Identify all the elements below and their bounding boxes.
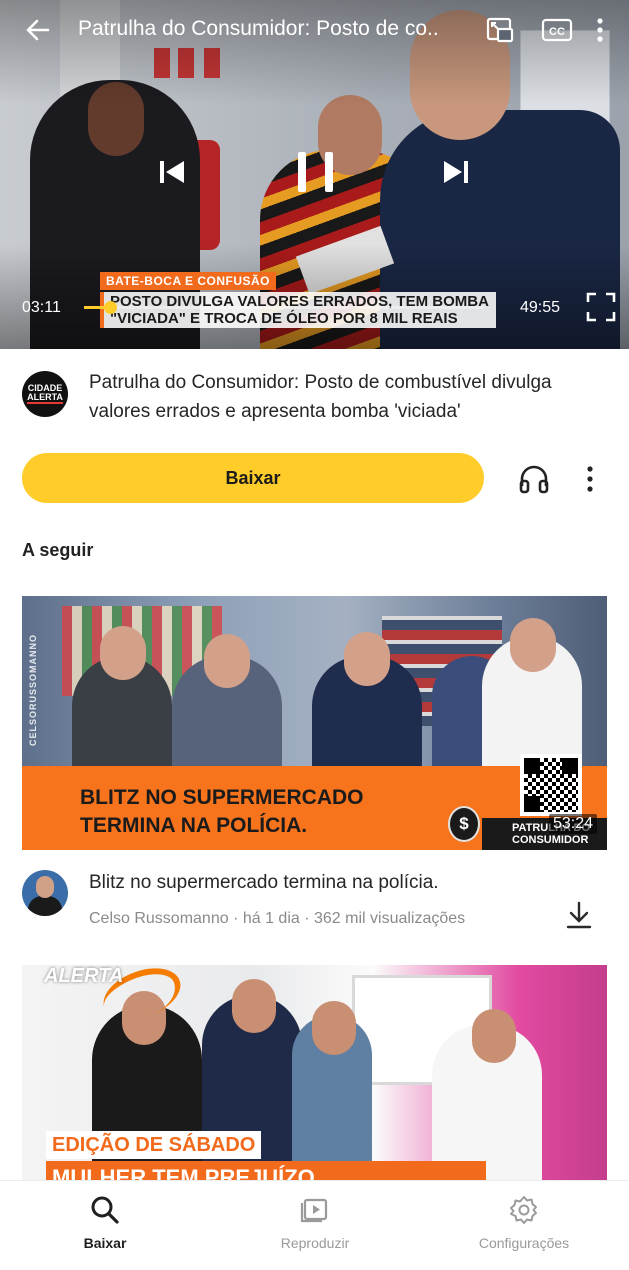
headphones-icon (519, 465, 549, 494)
current-time: 03:11 (22, 299, 61, 316)
lower-third-kicker: BATE-BOCA E CONFUSÃO (100, 272, 276, 290)
lower-third-headline: POSTO DIVULGA VALORES ERRADOS, TEM BOMBA… (100, 292, 496, 328)
video-more-button[interactable] (576, 460, 604, 498)
nav-item-reproduzir[interactable]: Reproduzir (245, 1181, 385, 1270)
avatar-face (36, 876, 54, 898)
svg-text:CC: CC (549, 26, 565, 38)
search-icon (91, 1196, 119, 1224)
picture-in-picture-icon (486, 17, 514, 43)
qr-code (520, 754, 582, 816)
more-vertical-icon (597, 18, 603, 42)
thumbnail-face (232, 979, 276, 1033)
next-button[interactable] (436, 152, 476, 192)
thumbnail-headline: BLITZ NO SUPERMERCADO TERMINA NA POLÍCIA… (80, 786, 364, 837)
video-title[interactable]: Blitz no supermercado termina na polícia… (89, 872, 439, 894)
thumbnail-face (100, 626, 146, 680)
thumbnail-face (312, 1001, 356, 1055)
thumbnail-face (472, 1009, 516, 1063)
gear-icon (510, 1196, 537, 1224)
news-lower-third: BATE-BOCA E CONFUSÃO POSTO DIVULGA VALOR… (100, 272, 496, 328)
pip-button[interactable] (484, 14, 516, 46)
download-video-button[interactable] (562, 898, 596, 932)
up-next-heading: A seguir (22, 540, 94, 560)
seek-bar-thumb[interactable] (103, 301, 117, 314)
back-button[interactable] (22, 14, 54, 46)
thumbnail-kicker: EDIÇÃO DE SÁBADO (46, 1131, 262, 1159)
thumbnail-logo: ALERTA (44, 965, 124, 987)
bottom-navigation: Baixar Reproduzir Configurações (0, 1180, 629, 1270)
thumbnail-face (344, 632, 390, 686)
channel-avatar[interactable] (22, 870, 68, 916)
previous-button[interactable] (152, 152, 192, 192)
video-thumbnail[interactable]: ALERTA EDIÇÃO DE SÁBADO MULHER TEM PREJU… (22, 965, 607, 1185)
nav-item-baixar[interactable]: Baixar (35, 1181, 175, 1270)
listen-button[interactable] (514, 460, 554, 498)
nav-item-configuracoes[interactable]: Configurações (454, 1181, 594, 1270)
cc-icon: CC (541, 18, 573, 42)
download-button[interactable]: Baixar (22, 453, 484, 503)
play-library-icon (300, 1198, 328, 1223)
thumbnail-face (204, 634, 250, 688)
video-meta: Celso Russomanno · há 1 dia · 362 mil vi… (89, 910, 466, 927)
nav-label: Configurações (478, 1235, 570, 1251)
skip-previous-icon (160, 161, 184, 183)
player-more-button[interactable] (586, 14, 614, 46)
channel-logo-line2: ALERTA (27, 392, 63, 404)
more-vertical-icon (587, 466, 593, 492)
video-title: Patrulha do Consumidor: Posto de combust… (89, 372, 552, 422)
download-icon (566, 901, 592, 929)
channel-avatar[interactable]: CIDADE ALERTA (22, 371, 68, 417)
video-player[interactable]: BATE-BOCA E CONFUSÃO POSTO DIVULGA VALOR… (0, 0, 629, 349)
duration: 49:55 (520, 299, 561, 316)
nav-label: Baixar (83, 1235, 127, 1251)
player-title: Patrulha do Consumidor: Posto de co.. (78, 17, 439, 40)
thumbnail-face (510, 618, 556, 672)
arrow-left-icon (26, 19, 50, 41)
skip-next-icon (444, 161, 468, 183)
dollar-badge-icon: $ (448, 806, 480, 842)
video-duration: 53:24 (548, 814, 597, 834)
pause-icon (298, 152, 333, 192)
avatar-figure (28, 896, 62, 916)
captions-button[interactable]: CC (540, 14, 574, 46)
pause-button[interactable] (288, 140, 344, 204)
seek-bar[interactable] (84, 301, 484, 314)
nav-label: Reproduzir (280, 1235, 350, 1251)
fullscreen-icon (586, 292, 616, 322)
fullscreen-button[interactable] (584, 290, 618, 324)
video-thumbnail[interactable]: CELSORUSSOMANNO BLITZ NO SUPERMERCADO TE… (22, 596, 607, 850)
thumbnail-channel-strip: CELSORUSSOMANNO (28, 633, 38, 746)
